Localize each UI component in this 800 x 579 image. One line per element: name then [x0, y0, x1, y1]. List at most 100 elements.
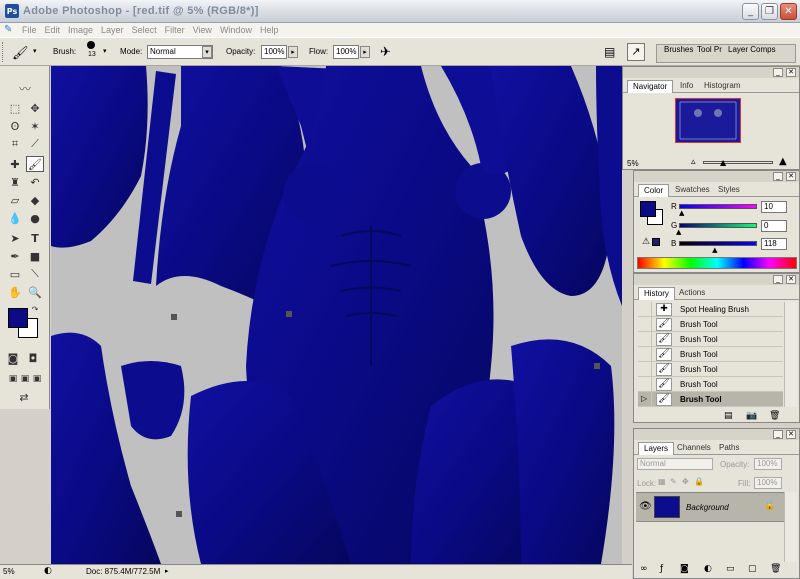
link-layers-icon[interactable]: ∞	[640, 564, 648, 574]
history-scrollbar[interactable]	[784, 302, 797, 407]
brush-tool-icon[interactable]: 🖌	[26, 156, 44, 172]
g-slider-thumb-icon[interactable]: ▲	[676, 228, 681, 236]
palette-icon[interactable]: ▤	[604, 45, 615, 59]
jump-to-imageready-icon[interactable]: ⇄	[6, 389, 42, 405]
screen-mode-full-icon[interactable]: ▣	[28, 371, 46, 387]
dodge-tool-icon[interactable]: ●	[26, 210, 44, 226]
menu-file[interactable]: File	[18, 25, 41, 35]
status-zoom[interactable]: 5%	[3, 567, 15, 576]
fill-input[interactable]: 100%	[754, 477, 782, 489]
blur-tool-icon[interactable]: 💧	[6, 210, 24, 226]
adjustment-layer-icon[interactable]: ◐	[704, 564, 712, 574]
eraser-tool-icon[interactable]: ▱	[6, 192, 24, 208]
color-fg-swatch[interactable]	[640, 201, 656, 217]
layer-mask-icon[interactable]: ◙	[680, 564, 689, 574]
color-close-icon[interactable]: ✕	[786, 172, 796, 181]
navigator-zoom-value[interactable]: 5%	[627, 159, 639, 168]
color-ramp[interactable]	[637, 257, 797, 269]
gamut-color-chip[interactable]	[652, 238, 660, 246]
zoom-tool-icon[interactable]: 🔍	[26, 284, 44, 300]
tab-navigator[interactable]: Navigator	[627, 80, 674, 93]
preset-chevron-down-icon[interactable]: ▾	[33, 47, 37, 55]
delete-layer-icon[interactable]: 🗑	[770, 564, 781, 574]
paint-bucket-tool-icon[interactable]: ◆	[26, 192, 44, 208]
history-item[interactable]: 🖌 Brush Tool	[638, 332, 783, 347]
flow-arrow-icon[interactable]: ▸	[360, 46, 370, 58]
status-preview-icon[interactable]: ◐	[44, 566, 52, 576]
clone-stamp-tool-icon[interactable]: ♜	[6, 174, 24, 190]
notes-tool-icon[interactable]: ▭	[6, 266, 24, 282]
navigator-close-icon[interactable]: ✕	[786, 68, 796, 77]
lasso-tool-icon[interactable]: ʘ	[6, 118, 24, 134]
tab-swatches[interactable]: Swatches	[670, 184, 715, 197]
tab-info[interactable]: Info	[675, 80, 698, 93]
shape-tool-icon[interactable]: ■	[26, 248, 44, 264]
zoom-slider-thumb-icon[interactable]: ▲	[720, 158, 726, 167]
zoom-out-icon[interactable]: ▵	[691, 157, 696, 167]
standard-mode-icon[interactable]: ◙	[4, 350, 22, 366]
lock-transparency-icon[interactable]: ▦	[658, 477, 666, 486]
history-item[interactable]: 🖌 Brush Tool	[638, 347, 783, 362]
layer-style-icon[interactable]: ƒ	[660, 564, 663, 574]
status-menu-arrow-icon[interactable]: ▸	[165, 567, 169, 575]
well-tab-tool-presets[interactable]: Tool Pr	[697, 45, 722, 54]
foreground-color-swatch[interactable]	[8, 308, 28, 328]
snapshot-icon[interactable]: 📷	[746, 411, 757, 421]
brush-picker-chevron-icon[interactable]: ▾	[103, 47, 107, 55]
delete-state-icon[interactable]: 🗑	[769, 411, 780, 421]
menu-window[interactable]: Window	[216, 25, 256, 35]
crop-tool-icon[interactable]: ⌗	[6, 136, 24, 152]
g-value-input[interactable]: 0	[761, 220, 787, 232]
well-tab-layer-comps[interactable]: Layer Comps	[728, 45, 776, 54]
history-item-selected[interactable]: ▷ 🖌 Brush Tool	[638, 392, 783, 407]
navigator-thumbnail[interactable]	[675, 98, 741, 143]
pen-tool-icon[interactable]: ✒	[6, 248, 24, 264]
opacity-input[interactable]: 100%	[261, 45, 287, 59]
bridge-icon[interactable]: ↗	[627, 43, 645, 61]
tab-actions[interactable]: Actions	[674, 287, 710, 300]
layer-row-background[interactable]: 👁 Background 🔒	[636, 492, 784, 522]
new-group-icon[interactable]: ▭	[726, 564, 735, 574]
new-layer-icon[interactable]: ▢	[748, 564, 757, 574]
history-item[interactable]: ✚ Spot Healing Brush	[638, 302, 783, 317]
zoom-in-icon[interactable]: ▲	[779, 156, 787, 167]
tab-histogram[interactable]: Histogram	[699, 80, 745, 93]
navigator-minimize-icon[interactable]: _	[773, 68, 783, 77]
g-slider[interactable]	[679, 223, 757, 228]
tab-history[interactable]: History	[638, 287, 675, 300]
menu-view[interactable]: View	[189, 25, 216, 35]
layers-scrollbar[interactable]	[784, 492, 797, 562]
tab-channels[interactable]: Channels	[672, 442, 716, 455]
history-item[interactable]: 🖌 Brush Tool	[638, 377, 783, 392]
b-slider[interactable]	[679, 241, 757, 246]
eyedropper-tool-icon[interactable]: ⟍	[26, 266, 44, 282]
history-item[interactable]: 🖌 Brush Tool	[638, 317, 783, 332]
menu-edit[interactable]: Edit	[41, 25, 65, 35]
mode-chevron-icon[interactable]: ▾	[202, 46, 212, 58]
lock-position-icon[interactable]: ✥	[682, 477, 689, 486]
color-minimize-icon[interactable]: _	[773, 172, 783, 181]
menu-image[interactable]: Image	[64, 25, 97, 35]
b-slider-thumb-icon[interactable]: ▲	[712, 246, 717, 254]
menu-help[interactable]: Help	[256, 25, 283, 35]
swap-colors-icon[interactable]: ↷	[30, 304, 40, 314]
blend-mode-select[interactable]: Normal	[637, 458, 713, 470]
navigator-zoom-slider[interactable]	[703, 161, 773, 164]
r-slider[interactable]	[679, 204, 757, 209]
restore-button[interactable]: ❐	[761, 3, 778, 20]
brush-tip-icon[interactable]	[87, 41, 95, 49]
history-close-icon[interactable]: ✕	[786, 275, 796, 284]
r-value-input[interactable]: 10	[761, 201, 787, 213]
opacity-arrow-icon[interactable]: ▸	[288, 46, 298, 58]
r-slider-thumb-icon[interactable]: ▲	[679, 209, 684, 217]
tab-layers[interactable]: Layers	[638, 442, 675, 455]
type-tool-icon[interactable]: T	[26, 230, 44, 246]
magic-wand-tool-icon[interactable]: ✶	[26, 118, 44, 134]
slice-tool-icon[interactable]: ⟋	[26, 136, 44, 152]
close-button[interactable]: ✕	[780, 3, 797, 20]
new-document-from-state-icon[interactable]: ▤	[724, 411, 733, 421]
path-selection-tool-icon[interactable]: ➤	[6, 230, 24, 246]
history-brush-tool-icon[interactable]: ↶	[26, 174, 44, 190]
healing-brush-tool-icon[interactable]: ✚	[6, 156, 24, 172]
document-canvas[interactable]	[51, 66, 622, 564]
